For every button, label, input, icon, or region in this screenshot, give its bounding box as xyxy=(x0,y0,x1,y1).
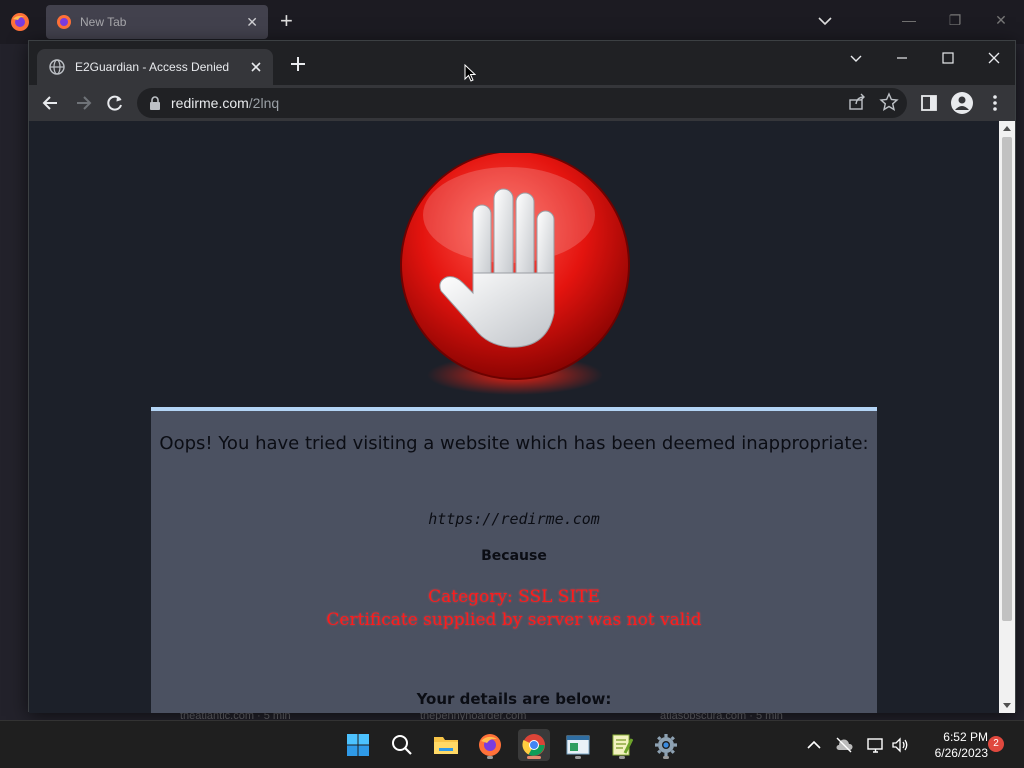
cloud-offline-icon[interactable] xyxy=(834,735,854,755)
running-indicator xyxy=(575,756,581,759)
chrome-icon xyxy=(522,734,545,756)
search-icon xyxy=(392,735,412,755)
blocked-heading: Oops! You have tried visiting a website … xyxy=(159,433,869,454)
maximize-icon[interactable] xyxy=(939,49,957,67)
page-scrollbar[interactable] xyxy=(999,121,1015,713)
side-panel-icon[interactable] xyxy=(919,93,939,113)
running-indicator xyxy=(619,756,625,759)
running-indicator xyxy=(663,756,669,759)
profile-avatar[interactable] xyxy=(951,92,973,114)
taskbar-notepad-plus[interactable] xyxy=(606,729,638,761)
block-category: Category: SSL SITE xyxy=(428,587,600,607)
chrome-tab-label: E2Guardian - Access Denied xyxy=(75,60,230,74)
app-window-icon xyxy=(566,735,590,755)
block-reason-text: Certificate supplied by server was not v… xyxy=(326,610,702,630)
details-label: Your details are below: xyxy=(416,690,612,708)
background-firefox-tabbar: New Tab ✕ + — ❐ ✕ xyxy=(0,0,1024,44)
more-vert-icon[interactable] xyxy=(985,93,1005,113)
close-icon[interactable]: ✕ xyxy=(246,14,258,31)
minimize-icon[interactable]: — xyxy=(900,12,918,30)
chrome-tabstrip: E2Guardian - Access Denied xyxy=(29,41,1015,85)
windows-logo-icon xyxy=(347,734,369,756)
chrome-window: E2Guardian - Access Denied redirme.com /… xyxy=(28,40,1016,713)
chrome-tab-access-denied[interactable]: E2Guardian - Access Denied xyxy=(37,49,273,85)
volume-icon[interactable] xyxy=(890,735,910,755)
chevron-down-icon[interactable] xyxy=(847,49,865,67)
scroll-down-icon[interactable] xyxy=(1003,703,1011,708)
running-indicator xyxy=(487,756,493,759)
globe-icon xyxy=(49,59,65,75)
blocked-url: https://redirme.com xyxy=(428,510,600,528)
chevron-up-icon[interactable] xyxy=(804,735,824,755)
taskbar-start[interactable] xyxy=(342,729,374,761)
restore-icon[interactable]: ❐ xyxy=(946,12,964,30)
system-clock[interactable]: 6:52 PM 6/26/2023 xyxy=(920,729,988,761)
taskbar-firefox[interactable] xyxy=(474,729,506,761)
mouse-cursor-icon xyxy=(464,64,476,82)
because-label: Because xyxy=(481,548,547,564)
lock-icon[interactable] xyxy=(149,96,161,110)
clock-date: 6/26/2023 xyxy=(934,746,988,760)
address-path: /2lnq xyxy=(248,95,280,111)
taskbar-chrome[interactable] xyxy=(518,729,550,761)
forward-arrow-icon[interactable] xyxy=(73,93,93,113)
reload-icon[interactable] xyxy=(105,93,125,113)
chevron-down-icon[interactable] xyxy=(816,12,834,30)
taskbar-search[interactable] xyxy=(386,729,418,761)
taskbar-file-explorer[interactable] xyxy=(430,729,462,761)
folder-icon xyxy=(434,737,458,754)
gear-icon xyxy=(655,734,677,756)
back-arrow-icon[interactable] xyxy=(41,93,61,113)
close-icon[interactable] xyxy=(249,60,263,74)
scrollbar-thumb[interactable] xyxy=(1002,137,1012,621)
scroll-up-icon[interactable] xyxy=(1003,126,1011,131)
star-icon[interactable] xyxy=(879,92,899,112)
minimize-icon[interactable] xyxy=(893,49,911,67)
block-reason: Category: SSL SITE Certificate supplied … xyxy=(151,586,877,632)
close-icon[interactable]: ✕ xyxy=(992,12,1010,30)
running-indicator xyxy=(527,756,541,759)
share-icon[interactable] xyxy=(847,92,867,112)
new-tab-button[interactable] xyxy=(289,55,307,73)
firefox-icon xyxy=(11,13,29,31)
address-host: redirme.com xyxy=(171,95,249,111)
chrome-toolbar: redirme.com/2lnq xyxy=(29,85,1015,121)
firefox-icon xyxy=(57,15,71,29)
firefox-new-tab-button[interactable]: + xyxy=(280,10,293,32)
firefox-tab-new-tab[interactable]: New Tab ✕ xyxy=(46,5,268,39)
network-icon[interactable] xyxy=(866,735,886,755)
clock-time: 6:52 PM xyxy=(943,730,988,744)
notification-badge[interactable]: 2 xyxy=(988,736,1004,752)
blocked-message-box: Oops! You have tried visiting a website … xyxy=(151,407,877,713)
address-bar[interactable]: redirme.com/2lnq xyxy=(137,88,907,118)
taskbar-settings[interactable] xyxy=(650,729,682,761)
taskbar-app-window[interactable] xyxy=(562,729,594,761)
person-icon xyxy=(955,96,969,110)
notepad-plus-icon xyxy=(612,734,633,756)
windows-taskbar: 6:52 PM 6/26/2023 xyxy=(0,720,1024,768)
firefox-tab-label: New Tab xyxy=(80,15,127,29)
close-icon[interactable] xyxy=(985,49,1003,67)
page-viewport: Oops! You have tried visiting a website … xyxy=(29,121,999,713)
firefox-icon xyxy=(479,734,501,756)
stop-hand-icon xyxy=(400,153,630,395)
